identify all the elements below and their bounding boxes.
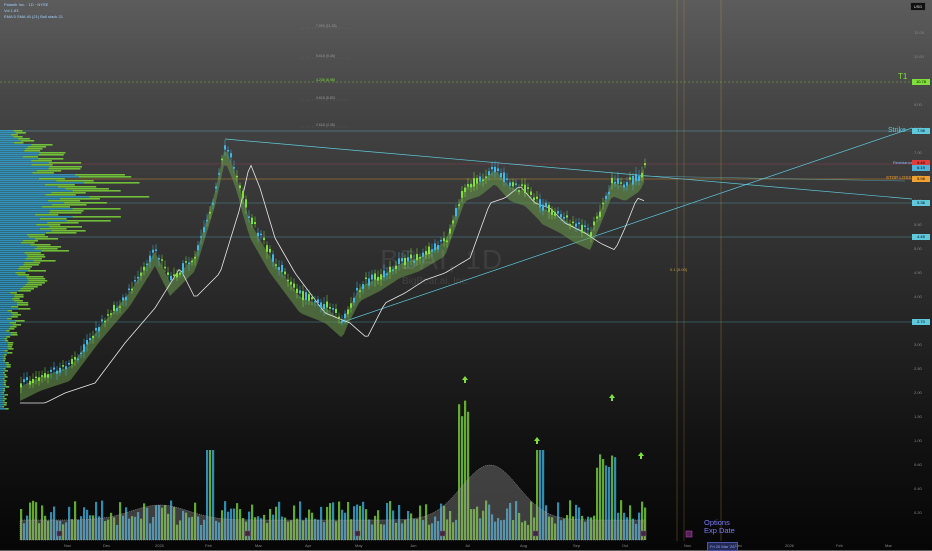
moving-average-line [20, 164, 645, 404]
time-axis-tick: Apr [305, 543, 312, 548]
time-axis-tick: Mar [885, 543, 892, 548]
buy-arrow-icon [534, 437, 540, 444]
time-axis-tick: Feb [205, 543, 212, 548]
event-marker-icon [640, 530, 647, 537]
time-axis-tick: Jul [465, 543, 471, 548]
price-axis-tick: 3.00 [914, 342, 922, 347]
t1-label: T1 [898, 72, 908, 81]
price-axis-tick: 1.50 [914, 414, 922, 419]
time-axis-tick: Dec [735, 543, 743, 548]
options-exp-label: Options Exp Date [704, 518, 735, 535]
time-axis-tick: Aug [520, 543, 528, 548]
buy-arrow-icon [609, 394, 615, 401]
time-axis-tick: Feb [836, 543, 843, 548]
price-tag: 5.98 [912, 176, 930, 182]
price-axis-tick: 5.50 [914, 222, 922, 227]
price-tag: 2.70 [912, 319, 930, 325]
event-marker-icon [354, 530, 361, 537]
time-axis-tick: Nov [684, 543, 692, 548]
fib-label: 2.618 (4.38) [316, 123, 335, 127]
price-axis-tick: 0.40 [914, 486, 922, 491]
buy-arrow-icon [638, 452, 644, 459]
price-axis-tick: 0.20 [914, 510, 922, 515]
buy-arrow-icon [462, 376, 468, 383]
time-axis-tick: Sep [573, 543, 581, 548]
price-axis-tick: 12.00 [914, 30, 925, 35]
price-axis-tick: 4.50 [914, 270, 922, 275]
fib-label: 5.618 (9.45) [316, 54, 335, 58]
symbol-info[interactable]: Palantir Inc. · 1D · NYSE [4, 2, 48, 7]
time-axis-tick: May [355, 543, 363, 548]
price-axis-tick: 7.00 [914, 150, 922, 155]
mid-tag-label: 0.1 (0.00) [670, 267, 688, 272]
indicator-info-1[interactable]: Vol 1.83 [4, 8, 18, 13]
watermark-symbol: BBAI, 1D [380, 244, 504, 275]
stop-loss-label: STOP LOSS [886, 175, 912, 180]
time-axis[interactable]: Nov Dec 2025 Feb Mar Apr May Jun Jul Aug Sep Oct Nov… [0, 541, 910, 550]
event-marker-icon [56, 530, 63, 537]
time-axis-tick: Mar [255, 543, 262, 548]
event-marker-icon [685, 530, 693, 538]
price-tag: 7.98 [912, 128, 930, 134]
fib-label: 3.618 (5.83) [316, 96, 335, 100]
event-marker-icon [532, 530, 539, 537]
price-axis-tick: 9.00 [914, 102, 922, 107]
upper-trendline [224, 138, 913, 200]
price-axis-tick: 1.00 [914, 438, 922, 443]
price-axis-tick: 2.50 [914, 366, 922, 371]
price-axis-tick: 2.00 [914, 390, 922, 395]
ema-ribbon [20, 151, 644, 401]
price-axis-tick: 4.00 [914, 294, 922, 299]
price-tag: 6.19 [912, 165, 930, 171]
price-tag: 5.36 [912, 200, 930, 206]
fib-label: 7.000 (11.35) [316, 24, 337, 28]
event-marker-icon [439, 530, 446, 537]
time-axis-tick: Nov [64, 543, 72, 548]
price-axis-tick: 0.60 [914, 462, 922, 467]
time-axis-tick: Jun [410, 543, 417, 548]
time-axis-tick: Oct [622, 543, 629, 548]
event-marker-icon [244, 530, 251, 537]
price-axis-tick: 11.00 [914, 54, 924, 59]
watermark-name: BigBear.ai, Inc. [402, 276, 470, 287]
time-axis-tick: Dec [103, 543, 111, 548]
price-axis-tick: 5.00 [914, 246, 922, 251]
strike-label: Strike [888, 127, 906, 134]
price-tag: 4.45 [912, 234, 930, 240]
fib-label: 4.236 (6.98) [316, 78, 335, 82]
time-axis-tick: 2025 [155, 543, 164, 548]
candlesticks [20, 139, 646, 394]
time-axis-tick: 2026 [785, 543, 794, 548]
price-tag: 10.78 [912, 79, 930, 85]
signal-arrows [462, 376, 644, 459]
indicator-info-2[interactable]: EMA 5 SMA 40 (21) Bull stack 21 [4, 14, 63, 19]
